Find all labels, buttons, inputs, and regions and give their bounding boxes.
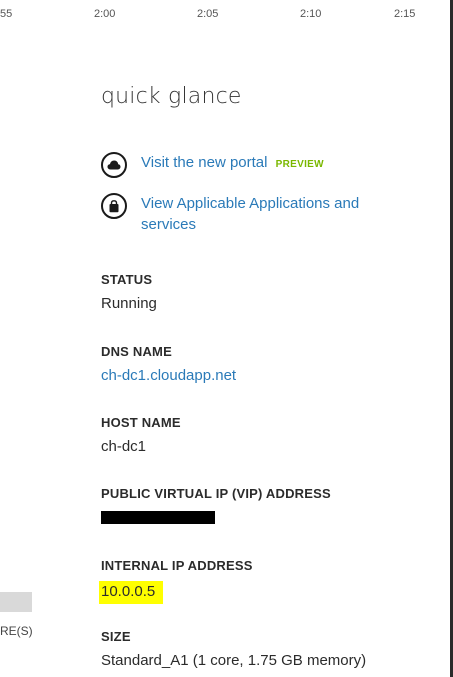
applications-link-row[interactable]: View Applicable Applications and service… [101,193,359,235]
internal-ip-field: INTERNAL IP ADDRESS 10.0.0.5 [99,558,253,604]
visit-portal-link[interactable]: Visit the new portal PREVIEW [141,152,324,175]
bag-icon [101,193,127,219]
time-tick: 2:05 [197,8,219,20]
host-name-label: HOST NAME [101,415,181,430]
time-tick: 2:10 [300,8,322,20]
host-name-value: ch-dc1 [101,438,147,455]
internal-ip-value: 10.0.0.5 [99,581,164,604]
time-tick: 2:00 [94,8,116,20]
time-tick: 2:15 [394,8,416,20]
status-field: STATUS Running [101,272,157,312]
size-field: SIZE Standard_A1 (1 core, 1.75 GB memory… [101,629,366,669]
dns-name-field: DNS NAME ch-dc1.cloudapp.net [101,344,236,384]
size-label: SIZE [101,629,131,644]
status-value: Running [101,295,157,312]
redacted-vip-value [101,511,215,524]
public-vip-label: PUBLIC VIRTUAL IP (VIP) ADDRESS [101,486,331,501]
internal-ip-label: INTERNAL IP ADDRESS [101,558,253,573]
left-partial-label: RE(S) [0,624,33,638]
view-applications-link[interactable]: View Applicable Applications and service… [141,193,359,235]
host-name-field: HOST NAME ch-dc1 [101,415,181,455]
time-tick: 55 [0,8,13,20]
portal-link-row[interactable]: Visit the new portal PREVIEW [101,152,324,178]
view-applications-label-line2: services [141,216,197,233]
cloud-icon [101,152,127,178]
quick-glance-panel: quick glance Visit the new portal PREVIE… [99,84,441,669]
public-vip-field: PUBLIC VIRTUAL IP (VIP) ADDRESS [101,486,331,524]
dns-name-label: DNS NAME [101,344,172,359]
status-label: STATUS [101,272,153,287]
panel-title: quick glance [101,84,242,109]
preview-badge: PREVIEW [275,159,324,170]
visit-portal-label: Visit the new portal [141,154,268,171]
view-applications-label-line1: View Applicable Applications and [141,195,360,212]
size-value: Standard_A1 (1 core, 1.75 GB memory) [101,652,367,669]
internal-ip-value-row: 10.0.0.5 [99,581,253,604]
time-axis: 55 2:00 2:05 2:10 2:15 [0,8,450,24]
left-partial-bar [0,592,32,612]
dns-name-link[interactable]: ch-dc1.cloudapp.net [101,367,236,384]
